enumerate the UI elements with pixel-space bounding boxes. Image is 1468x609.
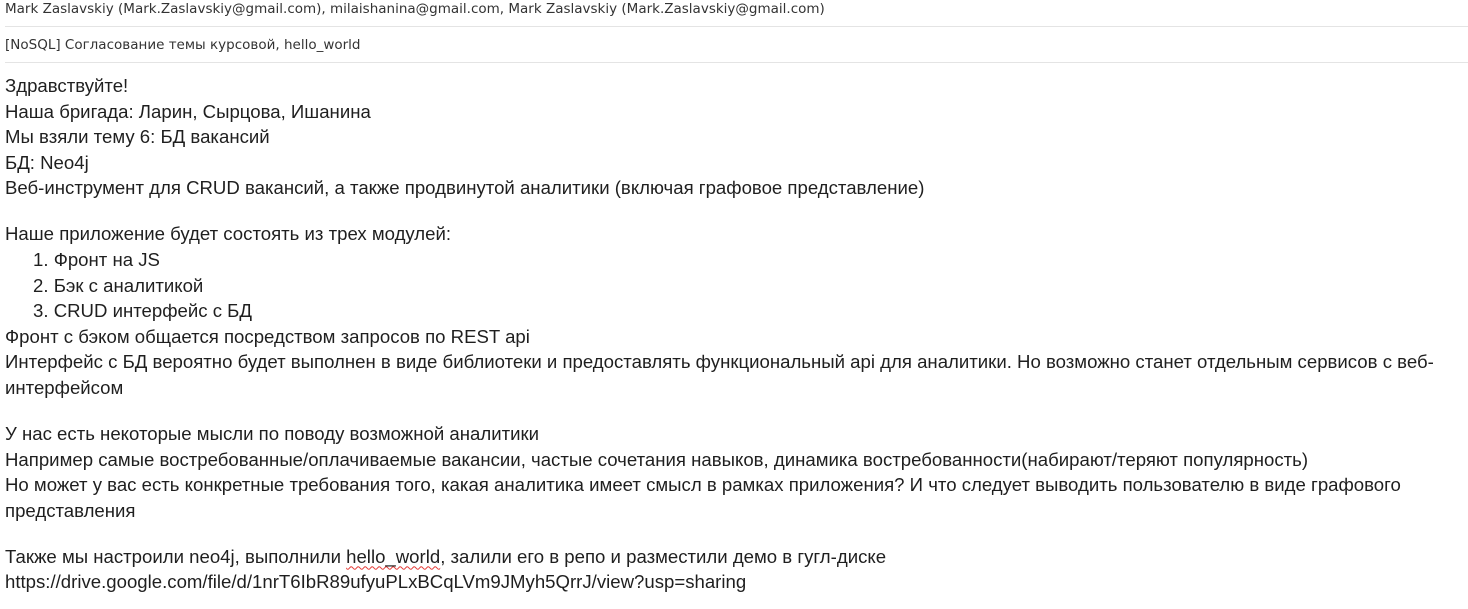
recipients-line: Mark Zaslavskiy (Mark.Zaslavskiy@gmail.c… [5,1,825,17]
list-item-text: Бэк с аналитикой [53,274,204,296]
rest-line: Фронт с бэком общается посредством запро… [5,325,530,347]
team-line: Наша бригада: Ларин, Сырцова, Ишанина [5,100,371,122]
list-item-number: 1. [33,248,49,270]
analytics-intro: У нас есть некоторые мысли по поводу воз… [5,422,539,444]
misspelled-word[interactable]: hello_world [346,546,440,567]
analytics-question-cont: представления [5,499,136,521]
tool-line: Веб-инструмент для CRUD вакансий, а такж… [5,177,925,199]
list-item: 3. CRUD интерфейс с БД [5,298,1455,324]
list-item-text: CRUD интерфейс с БД [53,300,252,322]
setup-text-after: , залили его в репо и разместили демо в … [440,545,887,567]
setup-text-before: Также мы настроили neo4j, выполнили [5,545,347,567]
list-item-number: 2. [33,274,49,296]
setup-line: Также мы настроили neo4j, выполнили hell… [5,544,1455,570]
db-interface-line-cont: интерфейсом [5,376,124,398]
topic-line: Мы взяли тему 6: БД вакансий [5,126,270,148]
db-line: БД: Neo4j [5,151,89,173]
list-item: 2. Бэк с аналитикой [5,273,1455,299]
header-divider [5,26,1468,27]
email-body[interactable]: Здравствуйте! Наша бригада: Ларин, Сырцо… [5,73,1455,595]
analytics-examples: Например самые востребованные/оплачиваем… [5,448,1309,470]
analytics-question: Но может у вас есть конкретные требовани… [5,474,1401,496]
list-item: 1. Фронт на JS [5,247,1455,273]
db-interface-line: Интерфейс с БД вероятно будет выполнен в… [5,351,1434,373]
drive-link[interactable]: https://drive.google.com/file/d/1nrT6IbR… [5,569,1455,595]
modules-list: 1. Фронт на JS 2. Бэк с аналитикой 3. CR… [5,247,1455,324]
greeting: Здравствуйте! [5,75,129,96]
subject-divider [5,62,1468,63]
modules-intro: Наше приложение будет состоять из трех м… [5,223,452,245]
list-item-number: 3. [33,300,49,322]
subject-line: [NoSQL] Согласование темы курсовой, hell… [5,37,361,53]
list-item-text: Фронт на JS [53,248,160,270]
